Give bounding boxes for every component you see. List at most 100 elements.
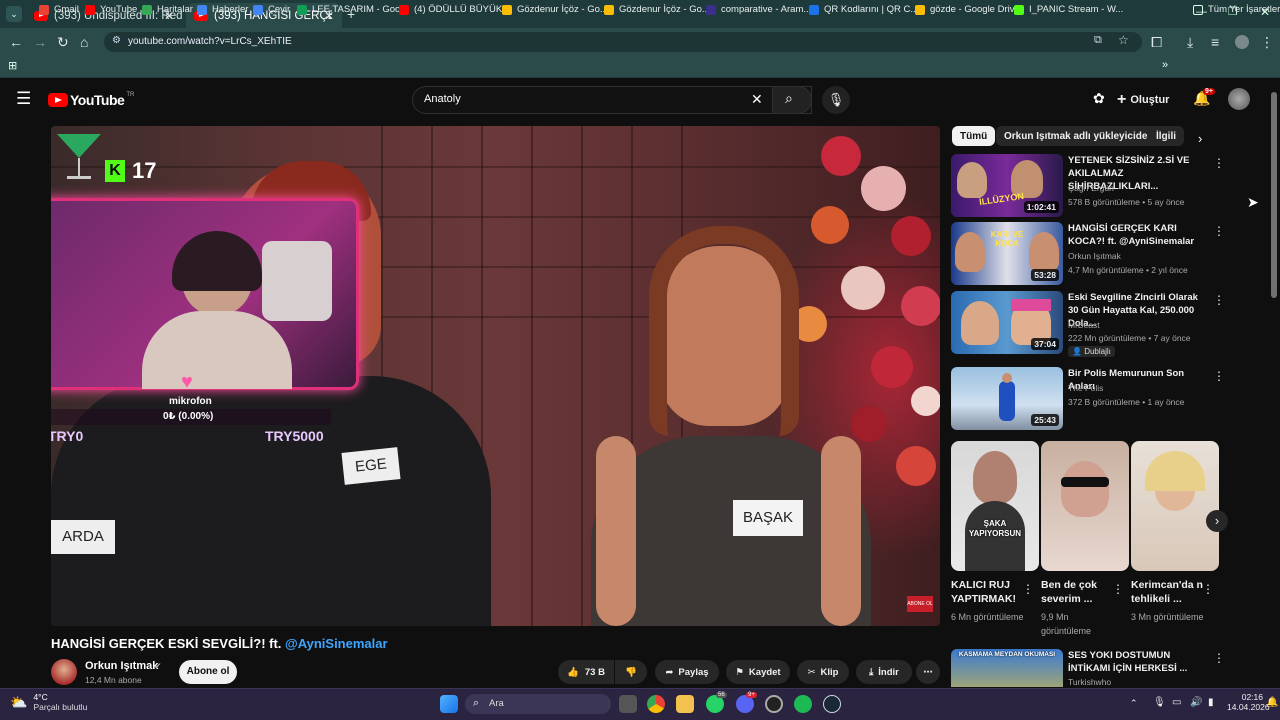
gift-icon[interactable]: ✿ [1093,90,1105,107]
account-avatar[interactable] [1228,88,1250,110]
more-options-icon[interactable]: ⋮ [1213,156,1225,170]
search-button[interactable]: ⌕ [772,86,812,114]
bookmark-label: gözde - Google Drive [930,4,1020,15]
search-input[interactable]: Anatoly [424,93,461,105]
recommendation-channel[interactable]: Turkishwho [1068,677,1111,687]
chip-uploader[interactable]: Orkun Işıtmak adlı yükleyiciden [996,126,1162,146]
profile-avatar[interactable] [1235,35,1249,49]
tab-search-button[interactable]: ⌄ [6,6,22,22]
recommendation-channel[interactable]: The Polis [1068,383,1103,393]
donation-value: 0₺ (0.00%) [163,411,214,422]
recommendation-channel[interactable]: MrBeast [1068,320,1100,330]
site-info-icon[interactable]: ⚙ [112,35,121,46]
address-bar[interactable]: ⚙ youtube.com/watch?v=LrCs_XEhTIE ⧉ ☆ [104,32,1142,52]
bookmark-item[interactable]: Çevir [253,4,290,15]
bookmark-item[interactable]: I_PANIC Stream - W... [1014,4,1123,15]
bookmark-item[interactable]: Gözdenur İçöz - Go... [604,4,710,15]
more-options-icon[interactable]: ⋮ [1022,582,1034,596]
short-thumbnail[interactable] [1041,441,1129,571]
video-player[interactable]: EGE BAŞAK ARDA K 17 ♥ mikrofon 0₺ (0.00%… [51,126,940,626]
downloads-icon[interactable]: ⤓ [1187,34,1193,51]
hamburger-menu-icon[interactable]: ☰ [16,89,31,109]
recommendation-item[interactable]: 25:43 Bir Polis Memurunun Son Anları The… [951,367,1251,431]
chrome-icon[interactable] [647,695,665,713]
create-button[interactable]: + Oluştur [1117,88,1169,112]
chip-related[interactable]: İlgili [1148,126,1184,146]
more-options-icon[interactable]: ⋮ [1213,293,1225,307]
windows-start-icon[interactable] [440,695,458,713]
more-options-icon[interactable]: ⋮ [1213,224,1225,238]
search-box[interactable]: Anatoly ✕ [412,86,812,114]
channel-avatar[interactable] [51,659,77,685]
page-scrollbar[interactable] [1271,92,1277,298]
reload-icon[interactable]: ↻ [57,34,69,51]
more-actions-button[interactable]: ⋯ [916,660,940,684]
all-bookmarks-folder[interactable]: Tüm Yer İşaretleri [1193,4,1280,15]
bookmark-item[interactable]: Gmail [39,4,79,15]
file-explorer-icon[interactable] [676,695,694,713]
bookmark-item[interactable]: Haritalar [142,4,193,15]
short-views: 6 Mn görüntüleme [951,612,1024,622]
recommendation-item[interactable]: KASMAMA MEYDAN OKUMASI SES YOKI DOSTUMUN… [951,649,1251,687]
recommendation-item[interactable]: İLLÜZYON 1:02:41 YETENEK SİZSİNİZ 2.Sİ V… [951,154,1251,218]
back-icon[interactable]: ← [9,34,23,50]
chips-next-icon[interactable]: › [1198,131,1202,146]
youtube-logo[interactable]: YouTube TR [48,92,134,108]
channel-name[interactable]: Orkun Işıtmak [85,660,158,672]
bookmark-item[interactable]: LEE TASARIM - Goo... [297,4,408,15]
mic-tray-icon[interactable]: 🎙 [1153,697,1166,708]
recommendation-item[interactable]: 37:04 Eski Sevgiline Zincirli Olarak 30 … [951,291,1251,357]
more-options-icon[interactable]: ⋮ [1213,369,1225,383]
bookmark-item[interactable]: gözde - Google Drive [915,4,1020,15]
app-icon[interactable] [765,695,783,713]
mention-link[interactable]: @AyniSinemalar [285,636,388,651]
shorts-next-button[interactable]: › [1206,510,1228,532]
more-options-icon[interactable]: ⋮ [1112,582,1124,596]
extensions-icon[interactable]: ⧠ [1151,34,1162,51]
steam-icon[interactable] [823,695,841,713]
download-button[interactable]: ⤓ İndir [856,660,912,684]
like-button[interactable]: 👍 73 B [558,660,614,684]
short-caption: ŞAKA YAPIYORSUN [968,519,1022,538]
short-thumbnail[interactable]: ŞAKA YAPIYORSUN [951,441,1039,571]
recommendation-channel[interactable]: Orkun Işıtmak [1068,251,1121,261]
network-icon[interactable]: ▭ [1172,697,1181,708]
recommendation-item[interactable]: KARI VE KOCA 53:28 HANGİSİ GERÇEK KARI K… [951,222,1251,286]
chip-all[interactable]: Tümü [952,126,996,146]
bookmark-label: I_PANIC Stream - W... [1029,4,1124,15]
notification-center-icon[interactable]: 🔔 [1266,697,1278,708]
more-options-icon[interactable]: ⋮ [1202,582,1214,596]
voice-search-button[interactable]: 🎙 [822,86,850,114]
bookmark-item[interactable]: Gözdenur İçöz - Go... [502,4,608,15]
apps-grid-icon[interactable]: ⊞ [8,59,17,72]
bookmark-item[interactable]: QR Kodlarını | QR C... [809,4,918,15]
bookmark-item[interactable]: Haberler [197,4,248,15]
dislike-button[interactable]: 👎 [615,660,647,684]
short-thumbnail[interactable] [1131,441,1219,571]
share-button[interactable]: ➦ Paylaş [655,660,719,684]
bookmark-item[interactable]: comparative - Aram... [706,4,811,15]
spotify-icon[interactable] [794,695,812,713]
recommendation-channel[interactable]: Çağrı Ergün [1068,183,1114,193]
clear-search-icon[interactable]: ✕ [751,91,763,108]
menu-kebab-icon[interactable]: ⋮ [1260,34,1274,51]
clock[interactable]: 02:16 14.04.2026 [1227,692,1270,712]
weather-widget[interactable]: ⛅ 4°C Parçalı bulutlu [10,692,87,712]
battery-icon[interactable]: ▮ [1208,697,1214,708]
home-icon[interactable]: ⌂ [80,34,88,50]
forward-icon[interactable]: → [33,34,47,50]
more-bookmarks-icon[interactable]: » [1162,59,1168,71]
install-app-icon[interactable]: ⧉ [1094,34,1102,47]
subscribe-button[interactable]: Abone ol [179,660,237,684]
bookmark-star-icon[interactable]: ☆ [1118,33,1129,47]
task-view-icon[interactable] [619,695,637,713]
media-control-icon[interactable]: ≡ [1211,34,1219,50]
tray-chevron-icon[interactable]: ⌃ [1130,698,1138,709]
clip-button[interactable]: ✂ Klip [797,660,849,684]
bookmark-item[interactable]: (4) ÖDÜLLÜ BÜYÜK... [399,4,510,15]
more-options-icon[interactable]: ⋮ [1213,651,1225,665]
volume-icon[interactable]: 🔊 [1190,697,1202,708]
taskbar-search[interactable]: ⌕ Ara [465,694,611,714]
bookmark-item[interactable]: YouTube [85,4,137,15]
save-button[interactable]: ⚑ Kaydet [726,660,790,684]
